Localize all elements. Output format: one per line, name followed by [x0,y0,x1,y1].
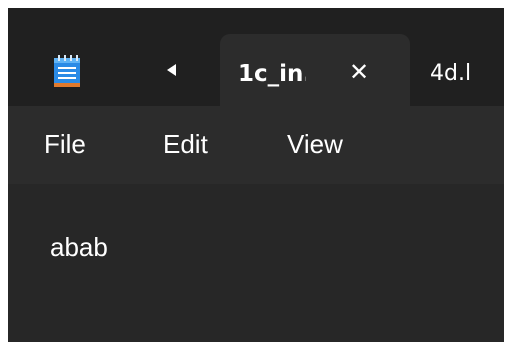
text-editor-area[interactable]: abab [8,184,504,342]
menu-bar: File Edit View [8,106,504,184]
tab-scroll-left-button[interactable] [158,57,184,83]
close-icon: ✕ [348,58,370,86]
tab-label: 1c_in.txt [238,61,306,87]
notepad-window: 1c_in.txt ✕ 4d.l File Edit View abab [8,8,504,342]
close-tab-button[interactable]: ✕ [344,56,374,88]
triangle-left-icon [167,64,176,76]
editor-content[interactable]: abab [50,230,108,264]
notepad-icon [54,55,80,87]
tab-inactive[interactable]: 4d.l [420,34,504,106]
title-bar: 1c_in.txt ✕ 4d.l [8,8,504,108]
tab-label: 4d.l [430,61,472,86]
tab-active[interactable]: 1c_in.txt ✕ [220,34,410,108]
menu-edit[interactable]: Edit [163,126,208,162]
menu-view[interactable]: View [287,126,343,162]
menu-file[interactable]: File [44,126,86,162]
